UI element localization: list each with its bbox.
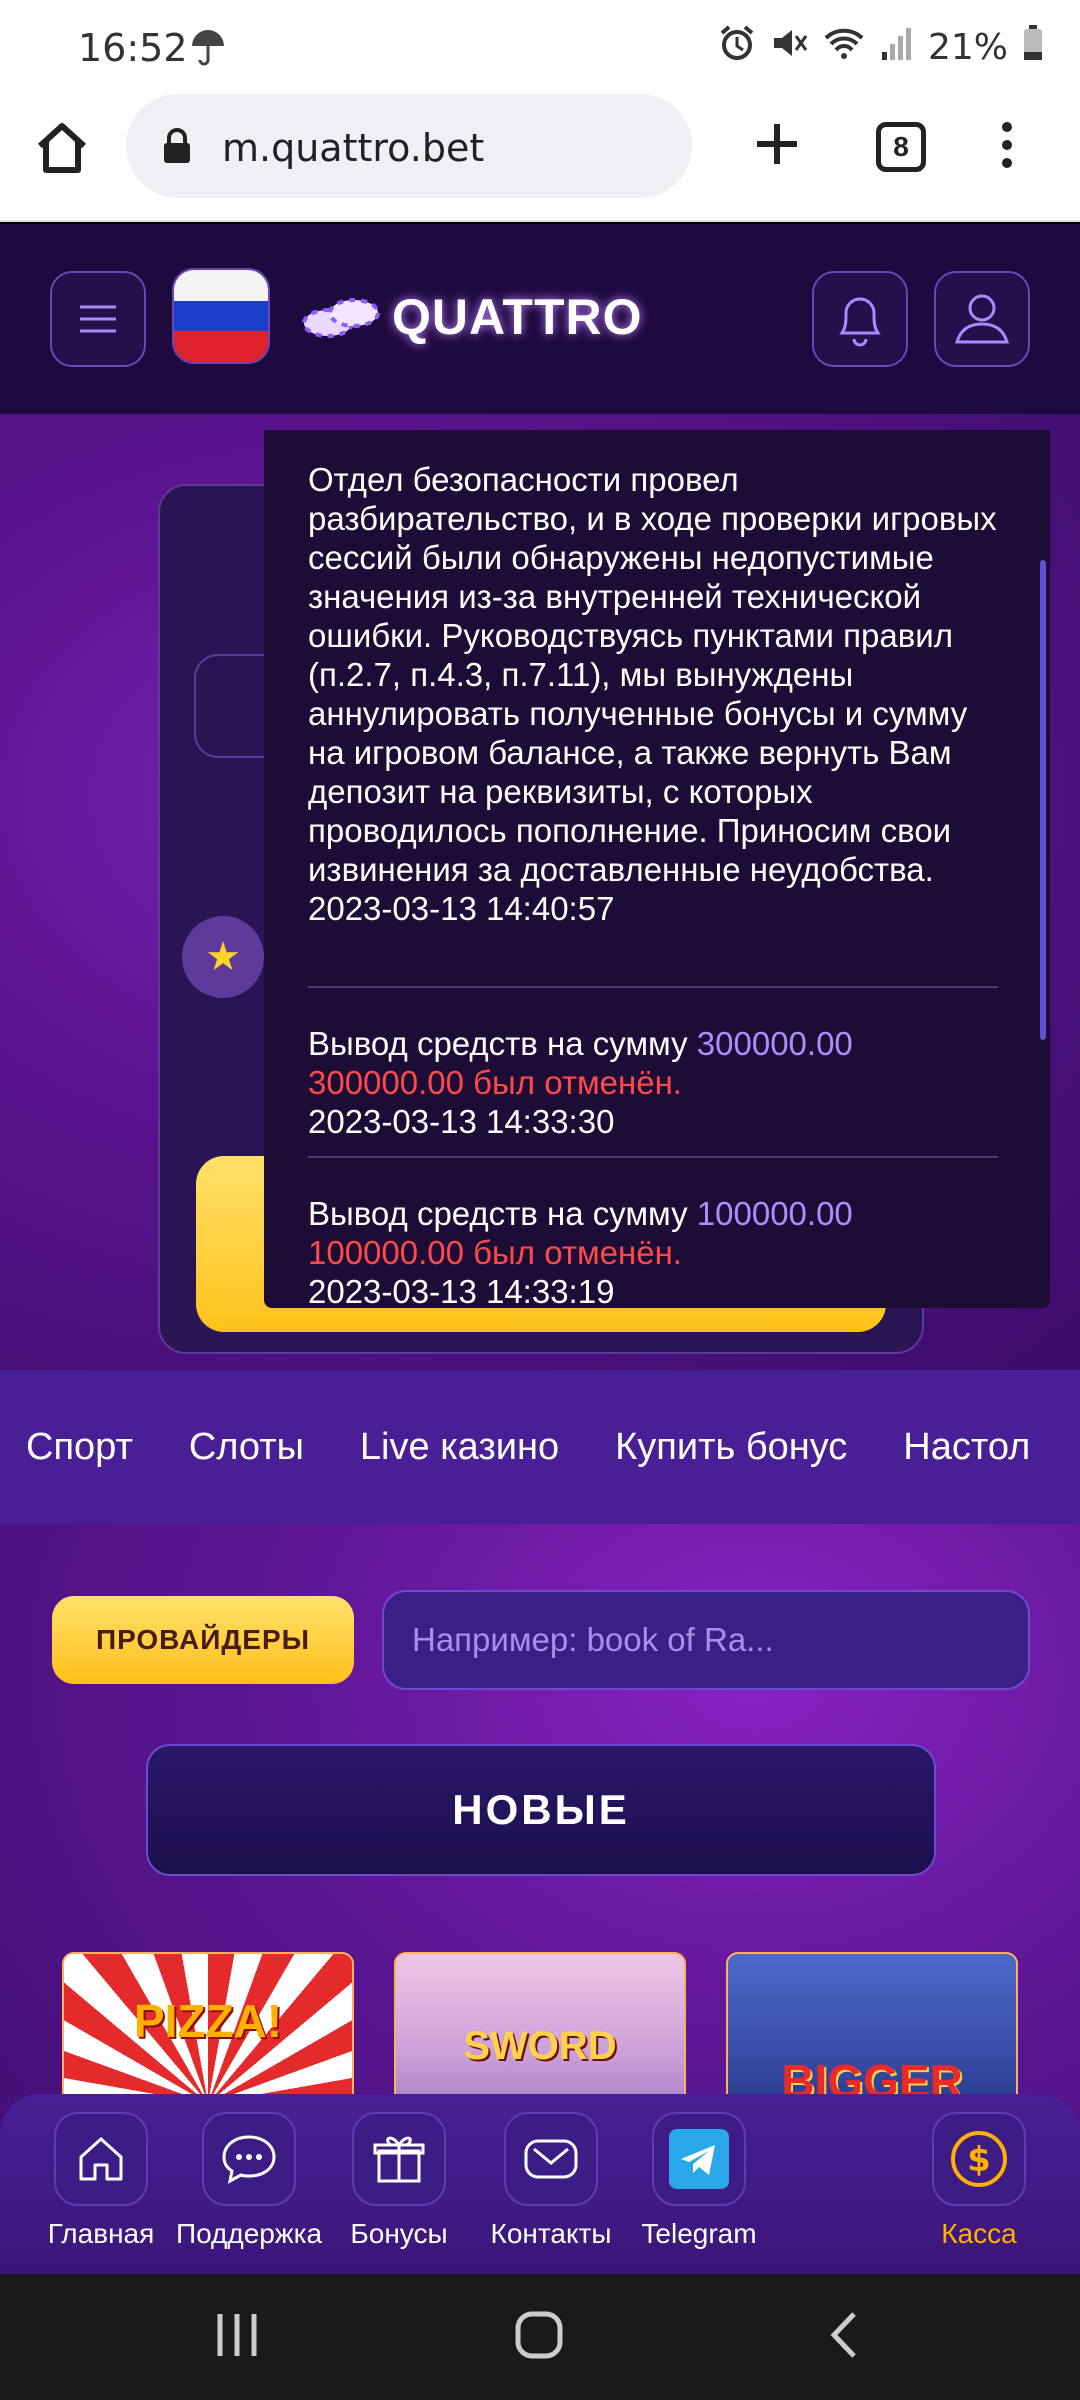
status-bar: 16:52 21% <box>0 0 1080 92</box>
umbrella-icon <box>190 28 226 71</box>
nav-cashier[interactable]: $ Касса <box>904 2112 1054 2250</box>
chips-icon <box>302 298 380 338</box>
home-icon <box>54 2112 148 2206</box>
status-time: 16:52 <box>78 26 188 70</box>
new-tab-icon[interactable] <box>752 114 802 174</box>
signal-icon <box>880 24 914 71</box>
notifications-button[interactable] <box>812 271 908 367</box>
notifications-dropdown: Отдел безопасности провел разбирательств… <box>264 430 1050 1308</box>
nav-contacts[interactable]: Контакты <box>476 2112 626 2250</box>
notification-timestamp: 2023-03-13 14:40:57 <box>308 890 615 927</box>
category-tabs: Спорт Слоты Live казино Купить бонус Нас… <box>0 1370 1080 1524</box>
star-icon[interactable]: ★ <box>182 916 264 998</box>
notification-item: Вывод средств на сумму 300000.00 300000.… <box>308 1024 998 1141</box>
notification-status: 100000.00 был отменён. <box>308 1234 682 1271</box>
game-title: PIZZA! <box>133 1995 283 2047</box>
new-games-heading[interactable]: НОВЫЕ <box>146 1744 936 1876</box>
system-home-icon[interactable] <box>514 2310 564 2365</box>
mail-icon <box>504 2112 598 2206</box>
system-navigation-bar <box>0 2274 1080 2400</box>
notification-text: Отдел безопасности провел разбирательств… <box>308 461 997 888</box>
tab-table-games[interactable]: Настол <box>903 1426 1030 1469</box>
bottom-navigation: Главная Поддержка Бонусы Контакты Telegr… <box>0 2094 1080 2274</box>
notification-status: 300000.00 был отменён. <box>308 1064 682 1101</box>
back-icon[interactable] <box>824 2310 864 2365</box>
tab-sport[interactable]: Спорт <box>26 1426 133 1469</box>
notification-divider <box>308 986 998 988</box>
notification-prefix: Вывод средств на сумму <box>308 1195 688 1232</box>
status-icons: 21% <box>718 24 1044 71</box>
notification-item: Отдел безопасности провел разбирательств… <box>308 460 998 928</box>
notification-item: Вывод средств на сумму 100000.00 100000.… <box>308 1194 998 1308</box>
providers-button[interactable]: ПРОВАЙДЕРЫ <box>52 1596 354 1684</box>
nav-support[interactable]: Поддержка <box>174 2112 324 2250</box>
notifications-scrollbar[interactable] <box>1040 560 1046 1040</box>
tab-slots[interactable]: Слоты <box>189 1426 304 1469</box>
notification-amount: 100000.00 <box>696 1195 853 1232</box>
browser-toolbar: m.quattro.bet 8 <box>0 92 1080 222</box>
notification-timestamp: 2023-03-13 14:33:30 <box>308 1103 615 1140</box>
hamburger-icon <box>80 305 116 333</box>
nav-label: Поддержка <box>175 2218 323 2249</box>
tab-live-casino[interactable]: Live казино <box>360 1426 559 1469</box>
nav-label: Бонусы <box>350 2218 448 2249</box>
nav-label: Telegram <box>641 2218 757 2249</box>
nav-bonuses[interactable]: Бонусы <box>324 2112 474 2250</box>
gift-icon <box>352 2112 446 2206</box>
url-text: m.quattro.bet <box>222 126 485 170</box>
svg-text:$: $ <box>967 2140 991 2180</box>
chat-icon <box>202 2112 296 2206</box>
tab-buy-bonus[interactable]: Купить бонус <box>615 1426 847 1469</box>
notification-prefix: Вывод средств на сумму <box>308 1025 688 1062</box>
menu-button[interactable] <box>50 271 146 367</box>
more-menu-icon[interactable] <box>994 116 1020 176</box>
nav-telegram[interactable]: Telegram <box>624 2112 774 2250</box>
language-flag-button[interactable] <box>172 268 270 364</box>
bell-icon <box>839 297 881 347</box>
recent-apps-icon[interactable] <box>214 2310 260 2365</box>
logo-text: QUATTRO <box>392 289 643 345</box>
telegram-icon <box>652 2112 746 2206</box>
wifi-icon <box>822 24 866 71</box>
mute-icon <box>770 24 808 71</box>
notification-amount: 300000.00 <box>696 1025 853 1062</box>
alarm-icon <box>718 24 756 71</box>
profile-button[interactable] <box>934 271 1030 367</box>
tab-switcher-button[interactable]: 8 <box>876 122 926 172</box>
game-title: SWORD <box>463 2024 617 2068</box>
user-icon <box>955 294 1009 344</box>
battery-text: 21% <box>927 27 1008 68</box>
address-bar[interactable]: m.quattro.bet <box>126 94 692 198</box>
dollar-icon: $ <box>932 2112 1026 2206</box>
nav-label: Главная <box>47 2218 155 2249</box>
lock-icon <box>162 128 192 169</box>
site-logo[interactable]: QUATTRO <box>298 288 642 346</box>
notification-divider <box>308 1156 998 1158</box>
nav-home[interactable]: Главная <box>26 2112 176 2250</box>
notification-timestamp: 2023-03-13 14:33:19 <box>308 1273 615 1308</box>
game-search-input[interactable]: Например: book of Ra... <box>382 1590 1030 1690</box>
site-header: QUATTRO <box>0 224 1080 414</box>
battery-icon <box>1022 24 1044 71</box>
nav-label: Контакты <box>490 2218 612 2249</box>
nav-label: Касса <box>941 2218 1017 2249</box>
home-icon[interactable] <box>34 120 90 180</box>
